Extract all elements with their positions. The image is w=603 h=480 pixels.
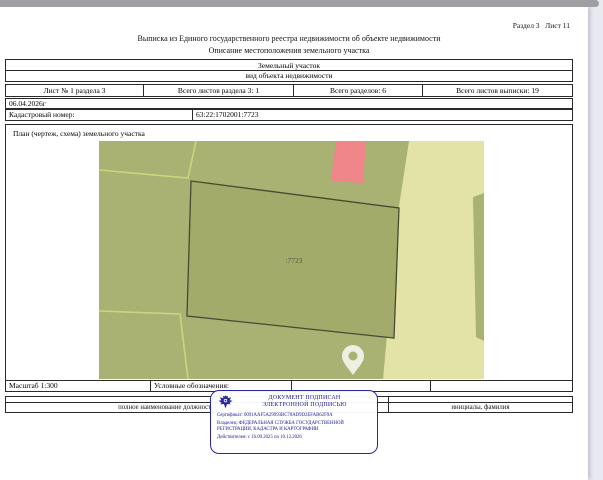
- stamp-line2: ЭЛЕКТРОННОЙ ПОДПИСЬЮ: [262, 402, 347, 408]
- stamp-validity: Действителен: с 16.09.2025 по 10.12.2026: [217, 435, 302, 440]
- plan-title: План (чертеж, схема) земельного участка: [13, 129, 145, 138]
- cadastral-number-value: 63:22:1702001:7723: [196, 110, 259, 119]
- extract-date-row: 06.04.2026г: [5, 98, 573, 109]
- signature-name-caption: инициалы, фамилия: [451, 404, 510, 411]
- document-subtitle: Описание местоположения земельного участ…: [208, 46, 370, 55]
- map-scale-label: Масштаб 1:300: [6, 381, 151, 391]
- object-kind-caption: вид объекта недвижимости: [245, 71, 333, 80]
- digital-signature-stamp: ДОКУМЕНТ ПОДПИСАН ЭЛЕКТРОННОЙ ПОДПИСЬЮ С…: [210, 390, 378, 454]
- legend-cell-empty: [431, 381, 572, 391]
- cadastral-map: :7723: [99, 141, 484, 379]
- stamp-line1: ДОКУМЕНТ ПОДПИСАН: [268, 394, 341, 401]
- sheet-info-row: Лист № 1 раздела 3 Всего листов раздела …: [5, 84, 573, 97]
- map-highlighted-plot: [331, 141, 366, 183]
- scan-edge-bar: [0, 0, 599, 7]
- stamp-certificate: Сертификат: 0091AAF5A29993BC78AD9D2EFAB6…: [217, 413, 333, 418]
- plan-block: План (чертеж, схема) земельного участка …: [5, 124, 573, 381]
- object-kind: Земельный участок: [6, 60, 572, 71]
- object-kind-block: Земельный участок вид объекта недвижимос…: [5, 59, 573, 82]
- section-sheet-label: Раздел 3 Лист 11: [512, 21, 570, 30]
- coat-of-arms-icon: [218, 395, 233, 409]
- document-page: Раздел 3 Лист 11 Выписка из Единого госу…: [0, 0, 603, 480]
- stamp-owner: Владелец: ФЕДЕРАЛЬНАЯ СЛУЖБА ГОСУДАРСТВЕ…: [217, 421, 344, 432]
- sheet-info-cell: Всего разделов: 6: [294, 85, 423, 96]
- map-parcel-label: :7723: [285, 256, 302, 265]
- sheet-info-cell: Всего листов раздела 3: 1: [144, 85, 294, 96]
- document-title: Выписка из Единого государственного реес…: [137, 34, 441, 43]
- sheet-info-cell: Всего листов выписки: 19: [456, 86, 539, 95]
- sheet-info-cell: Лист № 1 раздела 3: [6, 85, 144, 96]
- cadastral-number-row: Кадастровый номер: 63:22:1702001:7723: [5, 109, 573, 121]
- cadastral-number-label: Кадастровый номер:: [6, 110, 193, 120]
- signature-name-cell: инициалы, фамилия: [389, 397, 572, 412]
